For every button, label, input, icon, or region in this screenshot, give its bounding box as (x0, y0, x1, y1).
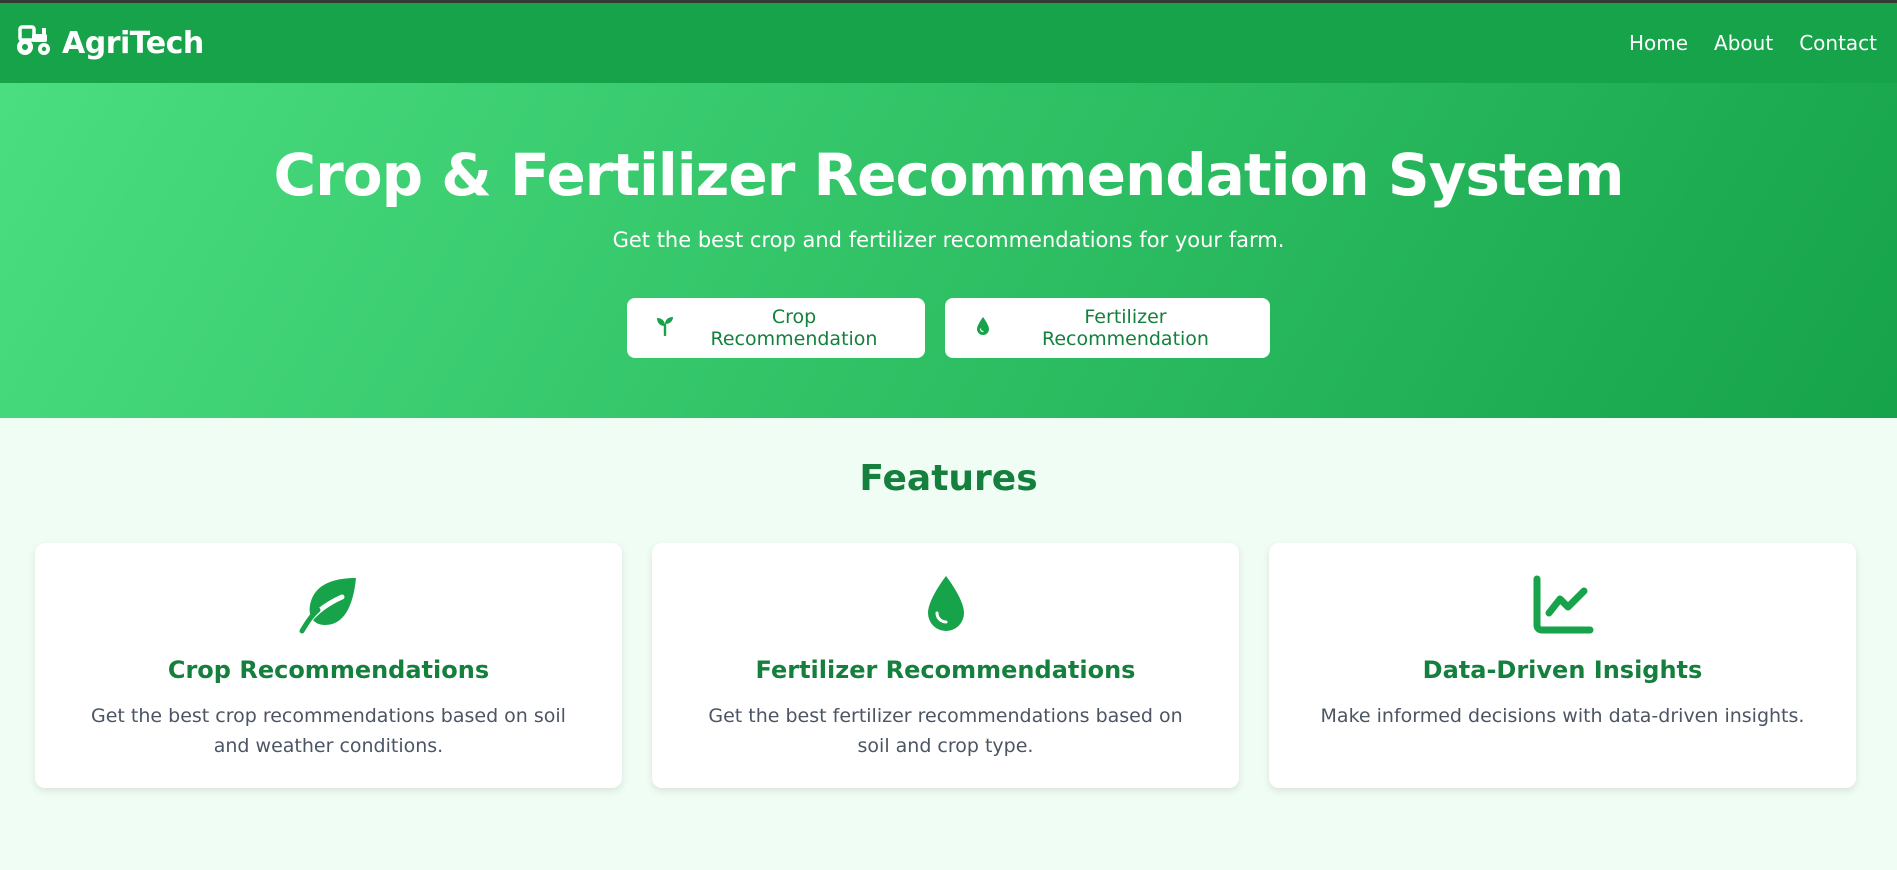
feature-card-title: Fertilizer Recommendations (755, 656, 1136, 684)
chart-line-icon (1269, 575, 1856, 635)
feature-card-title: Data-Driven Insights (1422, 656, 1703, 684)
hero-section: Crop & Fertilizer Recommendation System … (0, 83, 1897, 418)
brand-logo[interactable]: AgriTech (14, 24, 204, 62)
fertilizer-recommendation-button[interactable]: Fertilizer Recommendation (945, 298, 1270, 358)
crop-recommendation-label: Crop Recommendation (710, 306, 878, 350)
feature-card-crop: Crop Recommendations Get the best crop r… (35, 543, 622, 788)
nav-links: Home About Contact (1629, 31, 1877, 55)
droplet-icon (973, 316, 1009, 341)
features-cards: Crop Recommendations Get the best crop r… (35, 543, 1856, 788)
feature-card-insights: Data-Driven Insights Make informed decis… (1269, 543, 1856, 788)
feature-card-description: Get the best crop recommendations based … (91, 705, 566, 757)
feature-card-description: Get the best fertilizer recommendations … (708, 705, 1183, 757)
nav-link-home[interactable]: Home (1629, 31, 1688, 55)
nav-link-contact[interactable]: Contact (1799, 31, 1877, 55)
feature-card-fertilizer: Fertilizer Recommendations Get the best … (652, 543, 1239, 788)
feature-card-description: Make informed decisions with data-driven… (1320, 705, 1805, 727)
seedling-icon (655, 316, 691, 341)
navbar: AgriTech Home About Contact (0, 3, 1897, 83)
droplet-icon (652, 575, 1239, 635)
brand-name: AgriTech (62, 25, 204, 61)
hero-buttons: Crop Recommendation Fertilizer Recommend… (0, 298, 1897, 358)
tractor-icon (14, 24, 54, 62)
crop-recommendation-button[interactable]: Crop Recommendation (627, 298, 925, 358)
nav-link-about[interactable]: About (1714, 31, 1773, 55)
hero-title: Crop & Fertilizer Recommendation System (273, 141, 1625, 209)
leaf-icon (35, 575, 622, 635)
fertilizer-recommendation-label: Fertilizer Recommendation (1042, 306, 1209, 350)
hero-subtitle: Get the best crop and fertilizer recomme… (612, 228, 1285, 252)
feature-card-title: Crop Recommendations (167, 656, 490, 684)
features-heading: Features (859, 458, 1038, 499)
